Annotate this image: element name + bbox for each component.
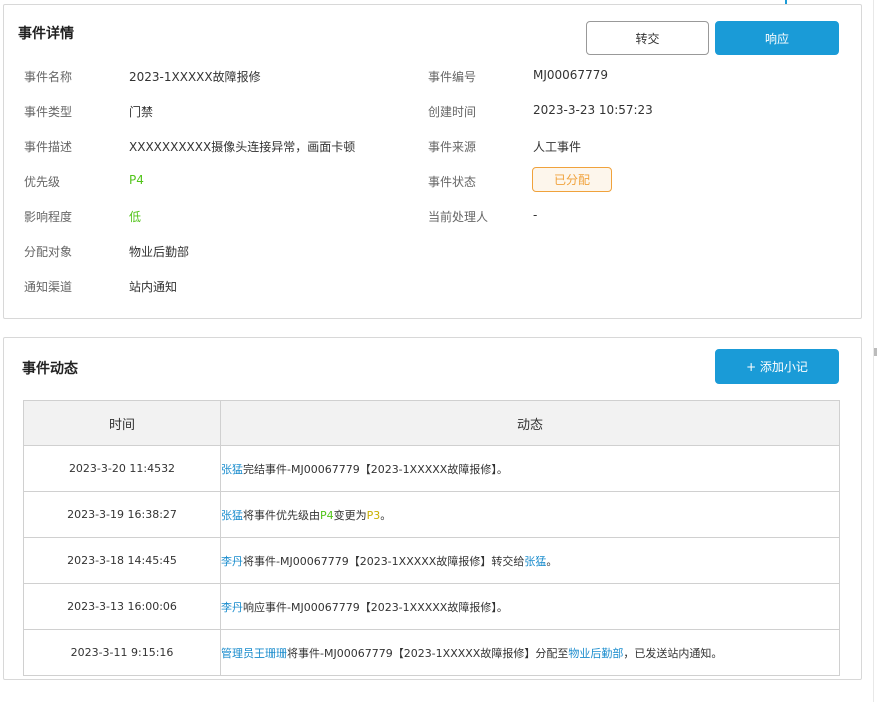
table-row: 2023-3-18 14:45:45 李丹将事件-MJ00067779【2023-… xyxy=(23,537,840,584)
table-row: 2023-3-19 16:38:27 张猛将事件优先级由P4变更为P3。 xyxy=(23,491,840,538)
details-title: 事件详情 xyxy=(18,26,74,42)
event-source-label: 事件来源 xyxy=(428,140,477,154)
activity-text: ，已发送站内通知。 xyxy=(623,646,723,660)
transfer-button[interactable]: 转交 xyxy=(586,21,709,55)
user-link[interactable]: 张猛 xyxy=(222,463,244,476)
event-details-card: 事件详情 转交 响应 事件名称 2023-1XXXXX故障报修 事件类型 门禁 … xyxy=(3,4,862,319)
scroll-marker xyxy=(874,348,877,356)
assignee-label: 分配对象 xyxy=(24,245,73,259)
row-activity: 张猛完结事件-MJ00067779【2023-1XXXXX故障报修】。 xyxy=(220,445,840,492)
event-desc-label: 事件描述 xyxy=(24,140,73,154)
status-badge: 已分配 xyxy=(532,167,612,192)
event-number-value: MJ00067779 xyxy=(533,68,608,82)
row-activity: 管理员王珊珊将事件-MJ00067779【2023-1XXXXX故障报修】分配至… xyxy=(220,629,840,676)
table-row: 2023-3-20 11:4532 张猛完结事件-MJ00067779【2023-… xyxy=(23,445,840,492)
event-name-value: 2023-1XXXXX故障报修 xyxy=(129,70,261,84)
user-link[interactable]: 管理员王珊珊 xyxy=(222,647,288,660)
channel-value: 站内通知 xyxy=(129,280,178,294)
table-row: 2023-3-11 9:15:16 管理员王珊珊将事件-MJ00067779【20… xyxy=(23,629,840,676)
respond-button[interactable]: 响应 xyxy=(715,21,839,55)
user-link[interactable]: 物业后勤部 xyxy=(568,647,623,660)
activity-text: 完结事件-MJ00067779【2023-1XXXXX故障报修】。 xyxy=(243,462,508,476)
row-activity: 李丹响应事件-MJ00067779【2023-1XXXXX故障报修】。 xyxy=(220,583,840,630)
activity-text: P4 xyxy=(320,508,334,522)
activity-title: 事件动态 xyxy=(22,361,78,377)
impact-label: 影响程度 xyxy=(24,210,73,224)
event-desc-value: XXXXXXXXXX摄像头连接异常，画面卡顿 xyxy=(129,140,356,154)
event-number-label: 事件编号 xyxy=(428,70,477,84)
event-name-label: 事件名称 xyxy=(24,70,73,84)
row-time: 2023-3-13 16:00:06 xyxy=(23,583,221,630)
priority-value: P4 xyxy=(129,173,144,187)
row-activity: 李丹将事件-MJ00067779【2023-1XXXXX故障报修】转交给张猛。 xyxy=(220,537,840,584)
activity-text: P3 xyxy=(366,508,381,522)
activity-table: 时间 动态 2023-3-20 11:4532 张猛完结事件-MJ00067779… xyxy=(23,400,840,676)
activity-text: 响应事件-MJ00067779【2023-1XXXXX故障报修】。 xyxy=(243,600,508,614)
event-source-value: 人工事件 xyxy=(533,140,582,154)
assignee-value: 物业后勤部 xyxy=(129,245,190,259)
activity-text: 将事件-MJ00067779【2023-1XXXXX故障报修】分配至 xyxy=(287,646,569,660)
row-time: 2023-3-11 9:15:16 xyxy=(23,629,221,676)
row-time: 2023-3-20 11:4532 xyxy=(23,445,221,492)
activity-text: 将事件-MJ00067779【2023-1XXXXX故障报修】转交给 xyxy=(243,554,525,568)
user-link[interactable]: 李丹 xyxy=(222,601,244,614)
row-activity: 张猛将事件优先级由P4变更为P3。 xyxy=(220,491,840,538)
user-link[interactable]: 张猛 xyxy=(222,509,244,522)
event-activity-card: 事件动态 + 添加小记 时间 动态 2023-3-20 11:4532 张猛完结事… xyxy=(3,337,862,680)
event-status-label: 事件状态 xyxy=(428,175,477,189)
event-type-value: 门禁 xyxy=(129,105,154,119)
row-time: 2023-3-19 16:38:27 xyxy=(23,491,221,538)
column-header-time: 时间 xyxy=(23,400,221,446)
user-link[interactable]: 李丹 xyxy=(222,555,244,568)
user-link[interactable]: 张猛 xyxy=(524,555,546,568)
impact-value: 低 xyxy=(129,210,142,224)
handler-value: - xyxy=(533,208,538,222)
activity-text: 。 xyxy=(546,554,558,568)
priority-label: 优先级 xyxy=(24,175,61,189)
activity-text: 。 xyxy=(380,508,392,522)
row-time: 2023-3-18 14:45:45 xyxy=(23,537,221,584)
handler-label: 当前处理人 xyxy=(428,210,489,224)
event-type-label: 事件类型 xyxy=(24,105,73,119)
add-note-button[interactable]: + 添加小记 xyxy=(715,349,839,384)
activity-text: 变更为 xyxy=(333,508,367,522)
created-time-value: 2023-3-23 10:57:23 xyxy=(533,103,653,117)
table-header-row: 时间 动态 xyxy=(23,400,840,446)
table-row: 2023-3-13 16:00:06 李丹响应事件-MJ00067779【2023… xyxy=(23,583,840,630)
created-time-label: 创建时间 xyxy=(428,105,477,119)
activity-text: 将事件优先级由 xyxy=(243,508,320,522)
channel-label: 通知渠道 xyxy=(24,280,73,294)
column-header-activity: 动态 xyxy=(220,400,840,446)
